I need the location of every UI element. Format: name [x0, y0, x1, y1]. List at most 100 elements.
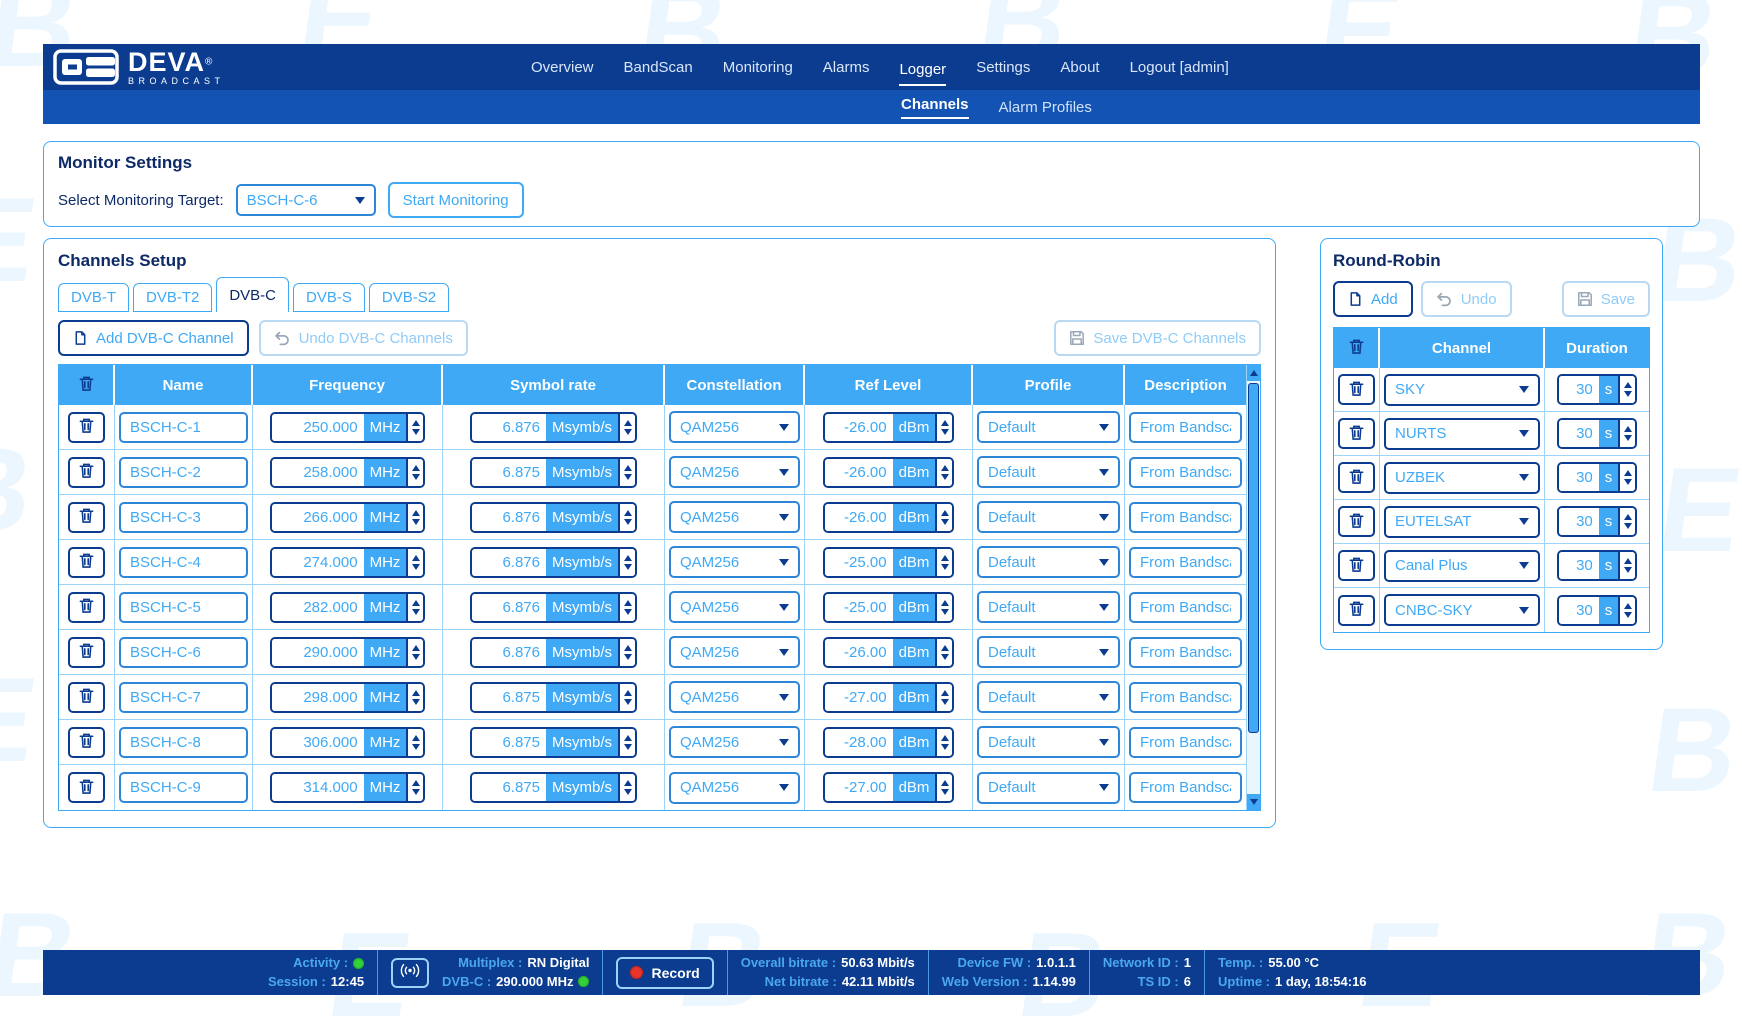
monitoring-target-select[interactable]: BSCH-C-6	[236, 184, 376, 216]
symbol-rate-input[interactable]	[472, 549, 546, 576]
constellation-select[interactable]: QAM256	[669, 456, 800, 488]
channel-name-input[interactable]	[119, 682, 248, 713]
subnav-item-alarm-profiles[interactable]: Alarm Profiles	[999, 99, 1092, 116]
duration-input[interactable]	[1559, 552, 1599, 579]
ref-level-input[interactable]	[825, 639, 893, 666]
constellation-select[interactable]: QAM256	[669, 772, 800, 804]
constellation-select[interactable]: QAM256	[669, 546, 800, 578]
symbol-rate-spinner[interactable]	[618, 594, 635, 621]
symbol-rate-input[interactable]	[472, 729, 546, 756]
frequency-input[interactable]	[272, 459, 364, 486]
profile-select[interactable]: Default	[977, 501, 1120, 533]
nav-item-about[interactable]: About	[1060, 55, 1099, 80]
round-robin-add-button[interactable]: Add	[1333, 281, 1413, 317]
scroll-down-button[interactable]	[1247, 794, 1260, 810]
tab-dvb-c[interactable]: DVB-C	[216, 277, 289, 312]
ref-level-input[interactable]	[825, 729, 893, 756]
ref-level-input[interactable]	[825, 774, 893, 801]
symbol-rate-spinner[interactable]	[618, 639, 635, 666]
constellation-select[interactable]: QAM256	[669, 681, 800, 713]
symbol-rate-input[interactable]	[472, 594, 546, 621]
round-robin-save-button[interactable]: Save	[1562, 281, 1650, 317]
symbol-rate-input[interactable]	[472, 414, 546, 441]
delete-channel-button[interactable]	[68, 772, 105, 803]
symbol-rate-spinner[interactable]	[618, 774, 635, 801]
duration-spinner[interactable]	[1618, 552, 1635, 579]
symbol-rate-input[interactable]	[472, 774, 546, 801]
start-monitoring-button[interactable]: Start Monitoring	[388, 182, 524, 218]
save-dvbc-channels-button[interactable]: Save DVB-C Channels	[1054, 320, 1261, 356]
delete-channel-button[interactable]	[68, 502, 105, 533]
round-robin-channel-select[interactable]: SKY	[1384, 374, 1540, 406]
delete-channel-button[interactable]	[68, 457, 105, 488]
duration-spinner[interactable]	[1618, 420, 1635, 447]
scrollbar-thumb[interactable]	[1248, 383, 1259, 733]
ref-level-spinner[interactable]	[935, 549, 952, 576]
tab-dvb-t2[interactable]: DVB-T2	[133, 283, 212, 312]
round-robin-channel-select[interactable]: UZBEK	[1384, 462, 1540, 494]
record-button[interactable]: Record	[616, 957, 713, 989]
round-robin-channel-select[interactable]: EUTELSAT	[1384, 506, 1540, 538]
frequency-input[interactable]	[272, 594, 364, 621]
ref-level-input[interactable]	[825, 594, 893, 621]
symbol-rate-input[interactable]	[472, 639, 546, 666]
duration-input[interactable]	[1559, 597, 1599, 624]
profile-select[interactable]: Default	[977, 726, 1120, 758]
ref-level-spinner[interactable]	[935, 594, 952, 621]
duration-input[interactable]	[1559, 376, 1599, 403]
description-input[interactable]	[1129, 637, 1242, 668]
delete-round-robin-button[interactable]	[1338, 506, 1375, 537]
duration-spinner[interactable]	[1618, 376, 1635, 403]
delete-round-robin-button[interactable]	[1338, 550, 1375, 581]
nav-item-bandscan[interactable]: BandScan	[624, 55, 693, 80]
channel-name-input[interactable]	[119, 412, 248, 443]
description-input[interactable]	[1129, 682, 1242, 713]
profile-select[interactable]: Default	[977, 681, 1120, 713]
frequency-spinner[interactable]	[406, 549, 423, 576]
constellation-select[interactable]: QAM256	[669, 726, 800, 758]
frequency-spinner[interactable]	[406, 729, 423, 756]
frequency-input[interactable]	[272, 414, 364, 441]
constellation-select[interactable]: QAM256	[669, 591, 800, 623]
description-input[interactable]	[1129, 547, 1242, 578]
channel-name-input[interactable]	[119, 457, 248, 488]
channel-name-input[interactable]	[119, 727, 248, 758]
symbol-rate-input[interactable]	[472, 684, 546, 711]
add-dvbc-channel-button[interactable]: Add DVB-C Channel	[58, 320, 249, 356]
channel-name-input[interactable]	[119, 592, 248, 623]
frequency-spinner[interactable]	[406, 459, 423, 486]
duration-spinner[interactable]	[1618, 597, 1635, 624]
round-robin-channel-select[interactable]: CNBC-SKY	[1384, 594, 1540, 626]
delete-channel-button[interactable]	[68, 682, 105, 713]
description-input[interactable]	[1129, 772, 1242, 803]
symbol-rate-spinner[interactable]	[618, 684, 635, 711]
channel-name-input[interactable]	[119, 772, 248, 803]
ref-level-input[interactable]	[825, 414, 893, 441]
delete-round-robin-button[interactable]	[1338, 595, 1375, 626]
nav-item-logout-admin[interactable]: Logout [admin]	[1130, 55, 1229, 80]
symbol-rate-spinner[interactable]	[618, 459, 635, 486]
ref-level-spinner[interactable]	[935, 504, 952, 531]
ref-level-input[interactable]	[825, 504, 893, 531]
subnav-item-channels[interactable]: Channels	[901, 96, 969, 119]
constellation-select[interactable]: QAM256	[669, 636, 800, 668]
ref-level-input[interactable]	[825, 549, 893, 576]
ref-level-spinner[interactable]	[935, 414, 952, 441]
frequency-spinner[interactable]	[406, 684, 423, 711]
frequency-input[interactable]	[272, 729, 364, 756]
tab-dvb-s[interactable]: DVB-S	[293, 283, 365, 312]
nav-item-settings[interactable]: Settings	[976, 55, 1030, 80]
duration-spinner[interactable]	[1618, 464, 1635, 491]
duration-input[interactable]	[1559, 464, 1599, 491]
frequency-spinner[interactable]	[406, 594, 423, 621]
nav-item-overview[interactable]: Overview	[531, 55, 594, 80]
frequency-spinner[interactable]	[406, 414, 423, 441]
constellation-select[interactable]: QAM256	[669, 501, 800, 533]
tab-dvb-s2[interactable]: DVB-S2	[369, 283, 449, 312]
profile-select[interactable]: Default	[977, 546, 1120, 578]
nav-item-logger[interactable]: Logger	[899, 57, 946, 86]
duration-spinner[interactable]	[1618, 508, 1635, 535]
profile-select[interactable]: Default	[977, 456, 1120, 488]
profile-select[interactable]: Default	[977, 636, 1120, 668]
delete-round-robin-button[interactable]	[1338, 374, 1375, 405]
